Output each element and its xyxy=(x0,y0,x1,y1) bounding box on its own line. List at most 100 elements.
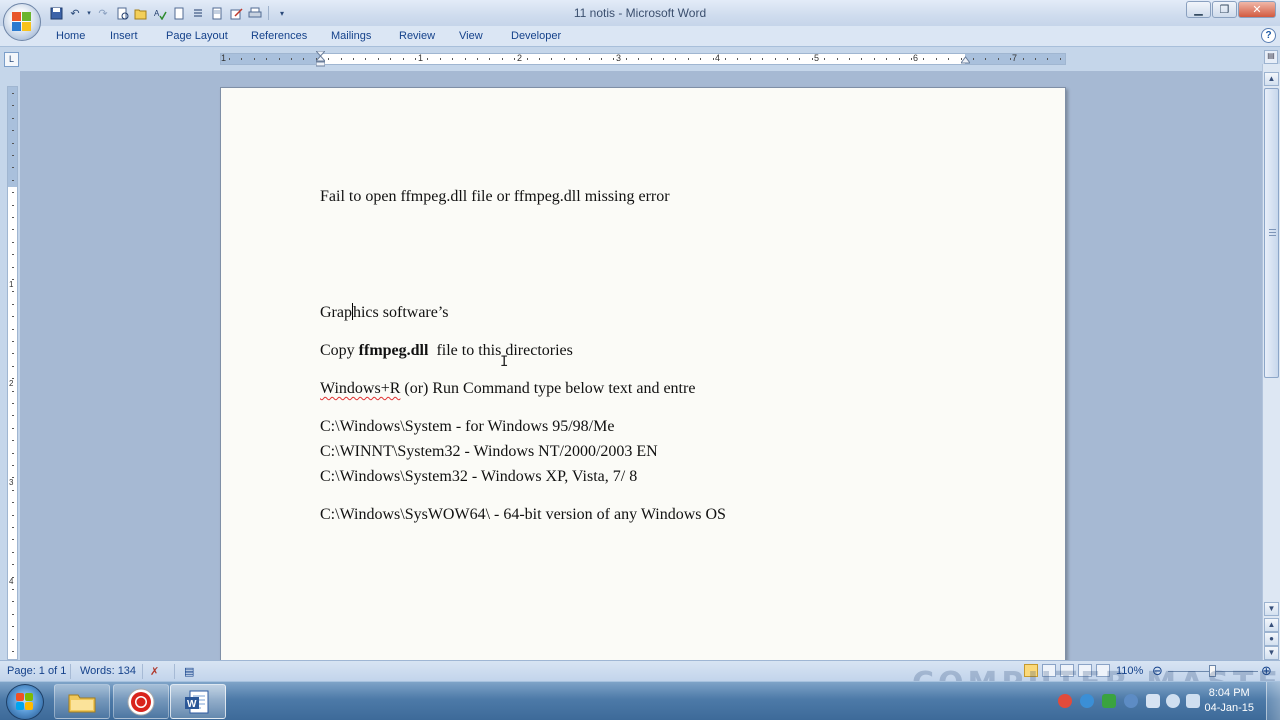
next-page-icon[interactable]: ▼ xyxy=(1264,646,1279,660)
path-line[interactable]: C:\WINNT\System32 - Windows NT/2000/2003… xyxy=(320,443,658,461)
run-command-line[interactable]: Windows+R (or) Run Command type below te… xyxy=(320,380,695,398)
tab-page-layout[interactable]: Page Layout xyxy=(166,30,228,42)
close-button[interactable]: ✕ xyxy=(1238,1,1276,18)
office-logo-icon xyxy=(12,12,32,32)
word-icon: W xyxy=(185,690,209,713)
graphics-text-part2: hics software’s xyxy=(352,304,449,321)
ruler-tick xyxy=(489,58,490,60)
graphics-line[interactable]: Graphics software’s xyxy=(320,303,449,322)
vertical-ruler-tick xyxy=(12,130,14,131)
vertical-ruler-tick xyxy=(12,329,14,330)
spell-error-text: Windows+R xyxy=(320,380,401,397)
vertical-ruler-tick xyxy=(12,205,14,206)
ruler-tick xyxy=(514,58,515,60)
draft-view-button[interactable] xyxy=(1096,664,1110,677)
minimize-button[interactable]: ▁ xyxy=(1186,1,1211,18)
start-button[interactable] xyxy=(6,684,44,720)
system-clock[interactable]: 8:04 PM 04-Jan-15 xyxy=(1204,686,1254,716)
ruler-tick xyxy=(241,58,242,60)
word-count[interactable]: Words: 134 xyxy=(80,665,136,677)
path-line[interactable]: C:\Windows\System - for Windows 95/98/Me xyxy=(320,418,614,436)
tray-display-icon[interactable] xyxy=(1146,694,1160,708)
ruler-tick xyxy=(1010,58,1011,60)
zoom-slider-thumb[interactable] xyxy=(1209,665,1216,677)
zoom-in-icon[interactable]: ⊕ xyxy=(1261,663,1272,679)
copy-line[interactable]: Copy ffmpeg.dll file to this directories xyxy=(320,342,573,360)
first-line-indent-marker[interactable] xyxy=(316,51,325,67)
document-page[interactable]: Fail to open ffmpeg.dll file or ffmpeg.d… xyxy=(220,87,1066,660)
tab-mailings[interactable]: Mailings xyxy=(331,30,371,42)
taskbar: W 8:04 PM 04-Jan-15 xyxy=(0,681,1280,720)
vertical-scrollbar[interactable]: ▲ ▼ ▲ ● ▼ xyxy=(1262,64,1280,660)
vertical-ruler-tick xyxy=(12,403,14,404)
vertical-ruler-tick xyxy=(12,155,14,156)
document-heading[interactable]: Fail to open ffmpeg.dll file or ffmpeg.d… xyxy=(320,188,670,206)
tray-sync-icon[interactable] xyxy=(1124,694,1138,708)
tab-home[interactable]: Home xyxy=(56,30,85,42)
full-screen-reading-view-button[interactable] xyxy=(1042,664,1056,677)
path-line[interactable]: C:\Windows\System32 - Windows XP, Vista,… xyxy=(320,468,637,486)
macro-record-icon[interactable]: ▤ xyxy=(184,665,194,678)
ruler-tick xyxy=(1060,58,1061,60)
zoom-level[interactable]: 110% xyxy=(1116,665,1143,677)
taskbar-word[interactable]: W xyxy=(170,684,226,719)
scrollbar-thumb[interactable] xyxy=(1264,88,1279,378)
outline-view-button[interactable] xyxy=(1078,664,1092,677)
tray-q-icon[interactable] xyxy=(1102,694,1116,708)
tab-insert[interactable]: Insert xyxy=(110,30,138,42)
ruler-tick xyxy=(390,58,391,60)
previous-page-icon[interactable]: ▲ xyxy=(1264,618,1279,632)
tab-view[interactable]: View xyxy=(459,30,483,42)
web-layout-view-button[interactable] xyxy=(1060,664,1074,677)
ruler-tick xyxy=(502,58,503,60)
vertical-ruler-tick xyxy=(12,477,14,478)
ruler-tick xyxy=(663,58,664,60)
ruler-left-margin xyxy=(221,54,320,64)
proofing-error-icon[interactable]: ✗ xyxy=(150,665,159,678)
scroll-up-button[interactable]: ▲ xyxy=(1264,72,1279,86)
zoom-out-icon[interactable]: ⊖ xyxy=(1152,663,1163,679)
page-count[interactable]: Page: 1 of 1 xyxy=(7,665,66,677)
ruler-tick xyxy=(688,58,689,60)
office-button[interactable] xyxy=(3,3,41,41)
ruler-tick xyxy=(812,58,813,60)
tray-browser-icon[interactable] xyxy=(1080,694,1094,708)
ruler-tick xyxy=(899,58,900,60)
ruler-tick xyxy=(427,58,428,60)
thumb-grip xyxy=(1269,229,1276,230)
wow64-line[interactable]: C:\Windows\SysWOW64\ - 64-bit version of… xyxy=(320,506,726,524)
restore-button[interactable]: ❐ xyxy=(1212,1,1237,18)
volume-icon[interactable] xyxy=(1166,694,1180,708)
tab-review[interactable]: Review xyxy=(399,30,435,42)
ruler-tick xyxy=(651,58,652,60)
vertical-ruler-tick xyxy=(12,118,14,119)
help-icon[interactable]: ? xyxy=(1261,28,1276,43)
print-layout-view-button[interactable] xyxy=(1024,664,1038,677)
show-desktop-button[interactable] xyxy=(1266,682,1280,720)
vertical-ruler[interactable]: 1 2 3 4 xyxy=(7,86,18,660)
select-browse-object-icon[interactable]: ● xyxy=(1264,632,1279,646)
ruler-tick xyxy=(341,58,342,60)
ruler-tick xyxy=(849,58,850,60)
dll-name: ffmpeg.dll xyxy=(358,342,429,359)
view-ruler-toggle[interactable]: ▤ xyxy=(1264,50,1278,64)
taskbar-explorer[interactable] xyxy=(54,684,110,719)
vertical-ruler-tick xyxy=(12,366,14,367)
tab-stop-selector[interactable]: L xyxy=(4,52,19,67)
tab-references[interactable]: References xyxy=(251,30,307,42)
scroll-down-button[interactable]: ▼ xyxy=(1264,602,1279,616)
svg-text:W: W xyxy=(187,699,197,710)
ruler-tick xyxy=(948,58,949,60)
ruler-tick xyxy=(998,58,999,60)
network-icon[interactable] xyxy=(1186,694,1200,708)
vertical-ruler-tick xyxy=(12,93,14,94)
ruler-tick xyxy=(837,58,838,60)
tab-developer[interactable]: Developer xyxy=(511,30,561,42)
horizontal-ruler[interactable]: 1 1 2 3 4 5 6 7 xyxy=(220,53,1066,65)
right-indent-marker[interactable] xyxy=(961,56,970,72)
taskbar-recorder[interactable] xyxy=(113,684,169,719)
vertical-ruler-tick xyxy=(12,341,14,342)
tray-record-icon[interactable] xyxy=(1058,694,1072,708)
ruler-tick xyxy=(378,58,379,60)
vertical-ruler-top-margin xyxy=(8,87,17,187)
